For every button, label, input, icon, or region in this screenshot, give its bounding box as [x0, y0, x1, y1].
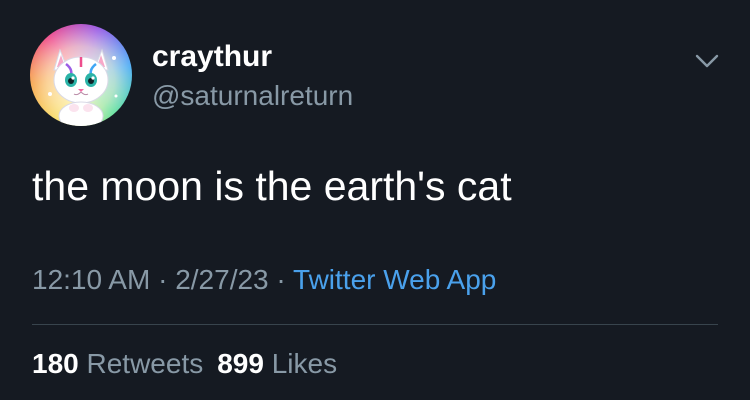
divider: [32, 324, 718, 325]
tweet-card: craythur @saturnalreturn the moon is the…: [0, 0, 750, 400]
tweet-time[interactable]: 12:10 AM: [32, 264, 150, 295]
likes-count: 899: [217, 348, 264, 379]
retweets-count: 180: [32, 348, 79, 379]
retweets-stat[interactable]: 180 Retweets: [32, 348, 203, 379]
retweets-label: Retweets: [86, 348, 204, 379]
meta-separator: ·: [150, 264, 176, 295]
likes-label: Likes: [271, 348, 338, 379]
tweet-date[interactable]: 2/27/23: [175, 264, 268, 295]
author-display-name[interactable]: craythur: [152, 40, 272, 74]
tweet-menu-button[interactable]: [690, 44, 724, 78]
likes-stat[interactable]: 899 Likes: [217, 348, 337, 379]
meta-separator: ·: [268, 264, 294, 295]
tweet-stats: 180 Retweets 899 Likes: [32, 346, 337, 382]
author-handle[interactable]: @saturnalreturn: [152, 80, 353, 112]
chevron-down-icon: [695, 54, 719, 68]
tweet-source-link[interactable]: Twitter Web App: [293, 264, 496, 295]
tweet-metadata: 12:10 AM · 2/27/23 · Twitter Web App: [32, 262, 496, 298]
rainbow-cat-avatar-icon: [30, 24, 132, 126]
author-avatar[interactable]: [30, 24, 132, 126]
tweet-text: the moon is the earth's cat: [32, 163, 512, 209]
